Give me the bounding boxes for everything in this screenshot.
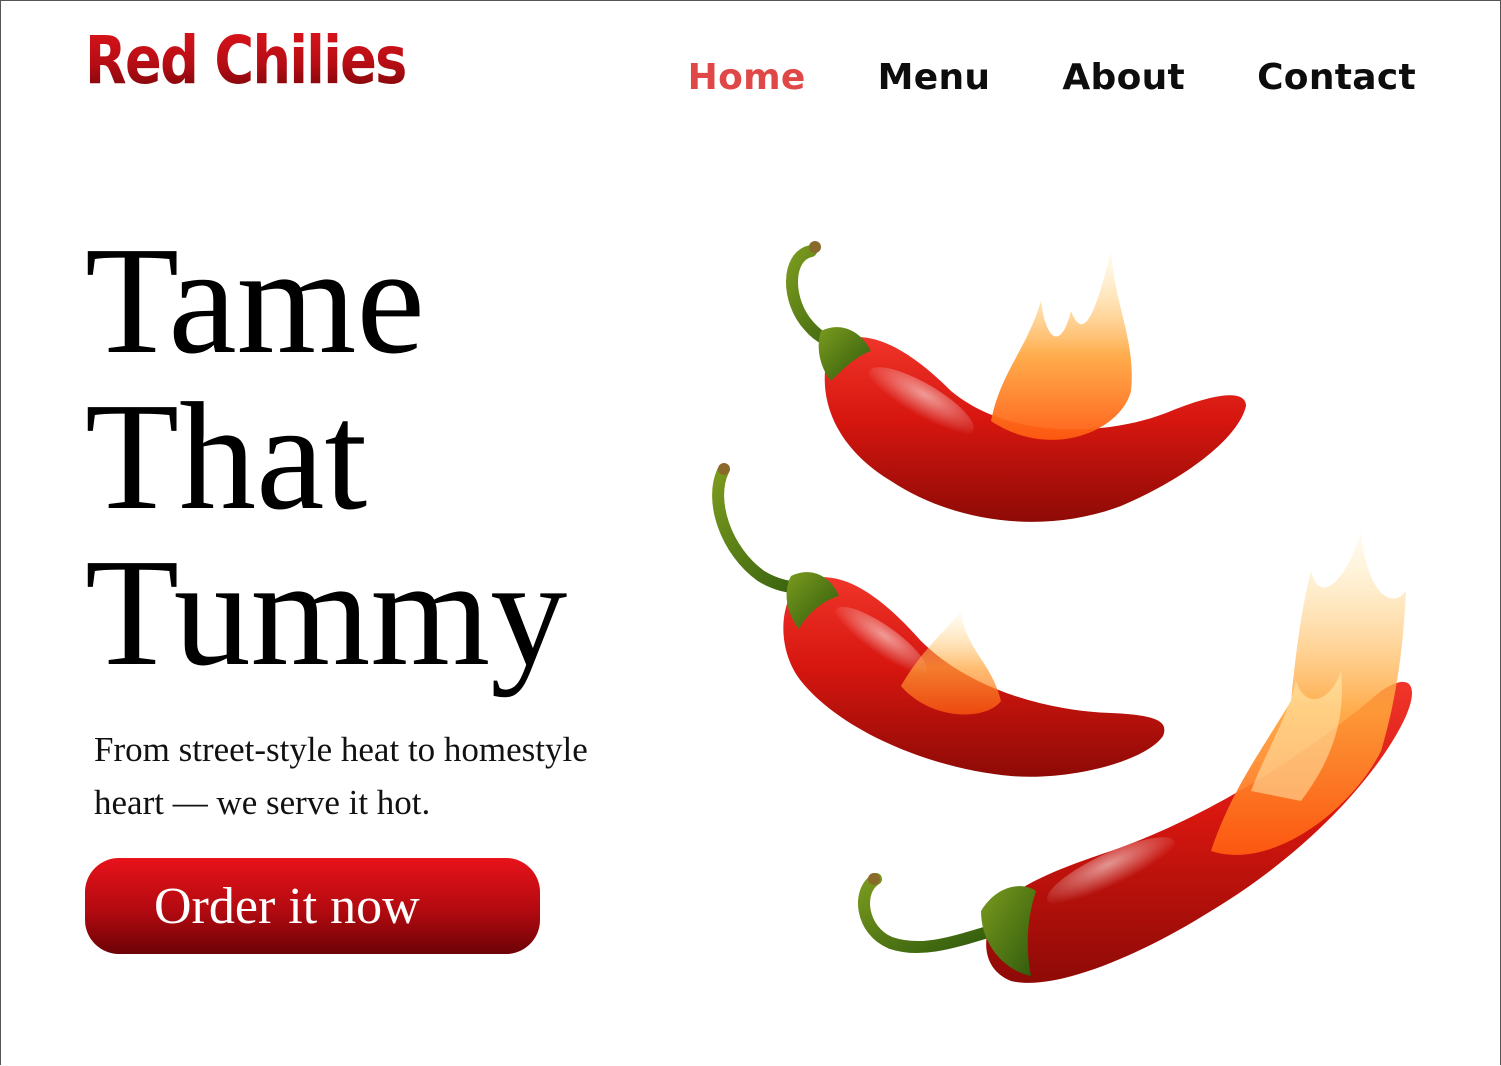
nav-link-contact[interactable]: Contact: [1257, 57, 1416, 98]
hero-title: Tame That Tummy: [85, 223, 567, 691]
nav-link-about[interactable]: About: [1062, 57, 1185, 98]
hero-title-line-3: Tummy: [85, 528, 568, 698]
hero-subtitle: From street-style heat to homestyle hear…: [94, 730, 588, 822]
hero-title-line-2: That: [85, 372, 368, 542]
nav-link-menu[interactable]: Menu: [878, 57, 991, 98]
flaming-chili-peppers-icon: [712, 241, 1413, 983]
chili-pepper-top: [786, 241, 1246, 522]
main-nav: Home Menu About Contact: [688, 57, 1416, 98]
nav-link-home[interactable]: Home: [688, 57, 806, 98]
hero-title-line-1: Tame: [85, 216, 425, 386]
landing-page: Red Chilies Home Menu About Contact Tame…: [0, 0, 1501, 1065]
brand-logo[interactable]: Red Chilies: [85, 23, 407, 99]
order-now-button[interactable]: Order it now: [85, 858, 540, 954]
